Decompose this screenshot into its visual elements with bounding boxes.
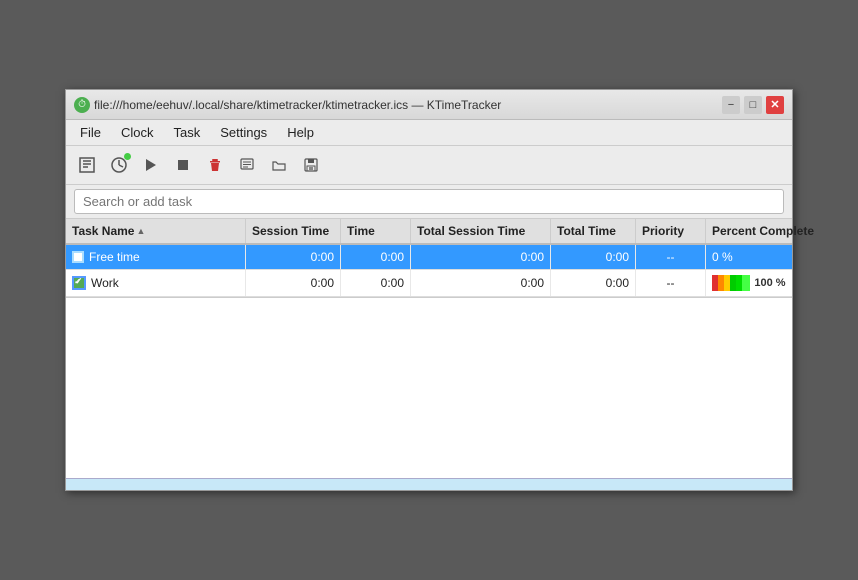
priority-cell: -- [636,270,706,296]
titlebar-left: ⏱ file:///home/eehuv/.local/share/ktimet… [74,97,501,113]
col-total-time[interactable]: Total Time [551,219,636,243]
sort-arrow-icon: ▲ [136,226,145,236]
table-row[interactable]: Free time 0:00 0:00 0:00 0:00 -- 0 % [66,245,792,270]
status-bar [66,478,792,490]
start-timer-button[interactable] [104,150,134,180]
new-task-button[interactable] [72,150,102,180]
col-total-session-time[interactable]: Total Session Time [411,219,551,243]
menubar: File Clock Task Settings Help [66,120,792,146]
task-name-cell: Free time [66,245,246,269]
col-priority[interactable]: Priority [636,219,706,243]
percent-bar [712,275,750,291]
edit-icon [239,157,255,173]
main-window: ⏱ file:///home/eehuv/.local/share/ktimet… [65,89,793,491]
session-time-cell: 0:00 [246,245,341,269]
col-percent-complete[interactable]: Percent Complete [706,219,820,243]
col-time[interactable]: Time [341,219,411,243]
delete-icon [207,157,223,173]
checkmark-icon: ✓ [75,276,83,287]
col-task-name[interactable]: Task Name ▲ [66,219,246,243]
minimize-button[interactable]: − [722,96,740,114]
stop-button[interactable] [168,150,198,180]
table-row[interactable]: ✓ Work 0:00 0:00 0:00 0:00 -- [66,270,792,297]
table-header: Task Name ▲ Session Time Time Total Sess… [66,219,792,245]
menu-task[interactable]: Task [163,122,210,143]
main-content-area [66,298,792,478]
session-time-cell: 0:00 [246,270,341,296]
percent-cell: 100 % [706,270,792,296]
titlebar-controls: − □ ✕ [722,96,784,114]
open-button[interactable] [264,150,294,180]
percent-cell: 0 % [706,245,792,269]
active-indicator [124,153,131,160]
task-name-cell: ✓ Work [66,270,246,296]
task-checkbox[interactable] [72,251,84,263]
time-cell: 0:00 [341,270,411,296]
app-icon: ⏱ [74,97,90,113]
priority-cell: -- [636,245,706,269]
play-button[interactable] [136,150,166,180]
total-session-time-cell: 0:00 [411,270,551,296]
total-time-cell: 0:00 [551,245,636,269]
close-button[interactable]: ✕ [766,96,784,114]
col-session-time[interactable]: Session Time [246,219,341,243]
new-task-icon [78,156,96,174]
search-input[interactable] [74,189,784,214]
stop-icon [176,158,190,172]
task-checkbox[interactable]: ✓ [72,276,86,290]
menu-file[interactable]: File [70,122,111,143]
save-icon [303,157,319,173]
bar-segment-brightgreen [742,275,750,291]
menu-help[interactable]: Help [277,122,324,143]
total-session-time-cell: 0:00 [411,245,551,269]
menu-settings[interactable]: Settings [210,122,277,143]
total-time-cell: 0:00 [551,270,636,296]
task-table: Task Name ▲ Session Time Time Total Sess… [66,219,792,298]
open-icon [271,157,287,173]
search-bar [66,185,792,219]
play-icon [144,158,158,172]
edit-button[interactable] [232,150,262,180]
window-title: file:///home/eehuv/.local/share/ktimetra… [94,98,501,112]
save-button[interactable] [296,150,326,180]
toolbar [66,146,792,185]
delete-button[interactable] [200,150,230,180]
maximize-button[interactable]: □ [744,96,762,114]
titlebar: ⏱ file:///home/eehuv/.local/share/ktimet… [66,90,792,120]
time-cell: 0:00 [341,245,411,269]
menu-clock[interactable]: Clock [111,122,164,143]
